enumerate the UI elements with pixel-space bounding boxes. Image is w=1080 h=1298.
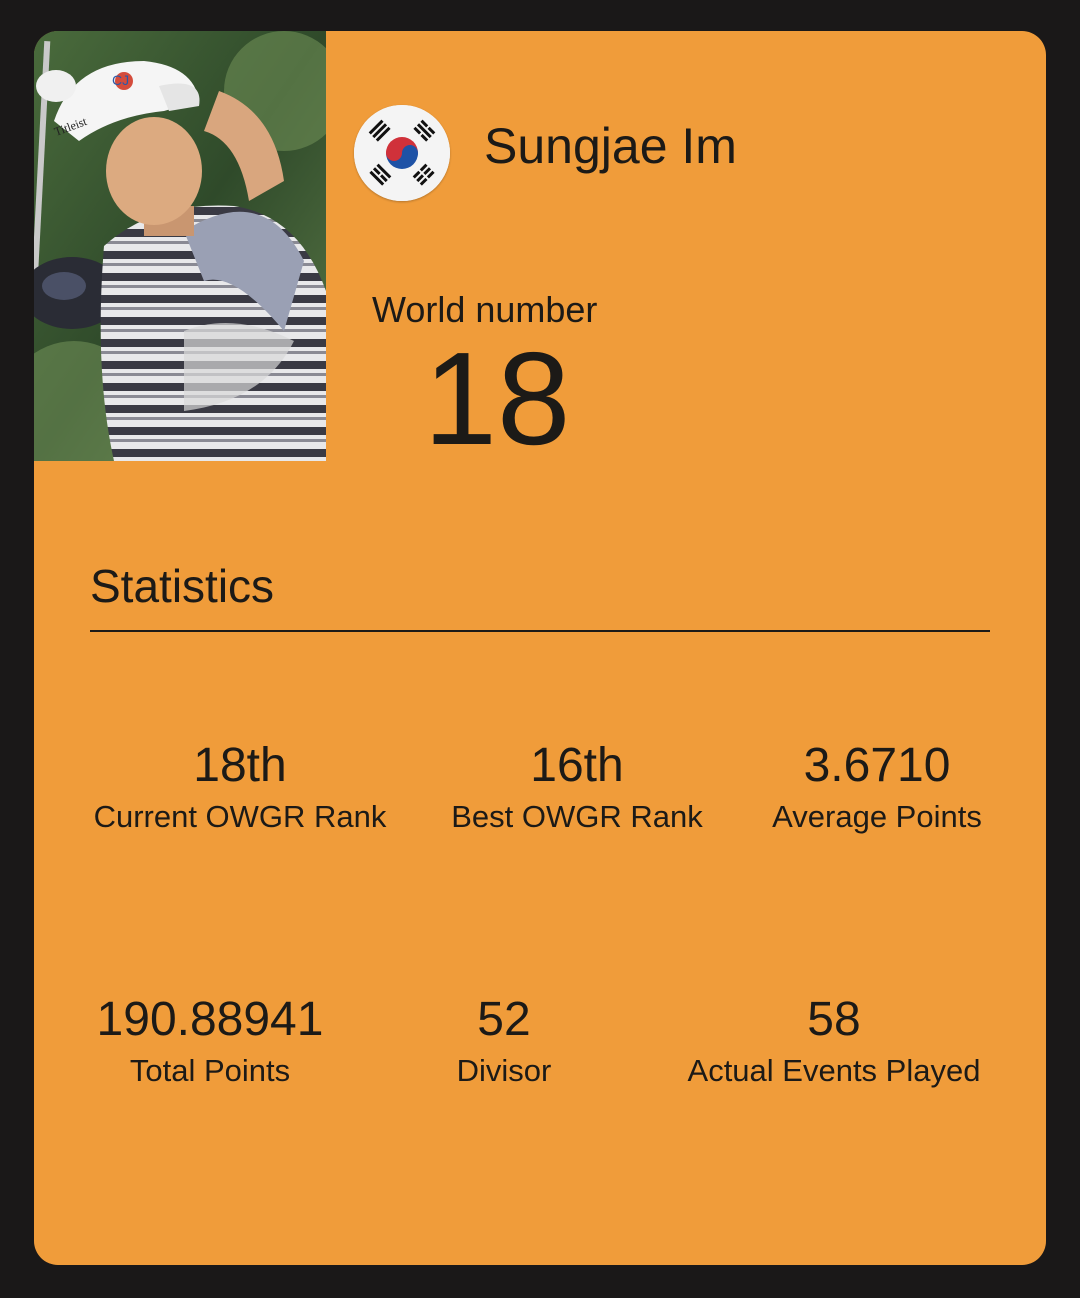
stat-value: 18th bbox=[193, 739, 287, 792]
stat-total-points: 190.88941 Total Points bbox=[90, 991, 330, 1091]
player-card: CJ Titleist Sungjae Im World number 18 S… bbox=[34, 31, 1046, 1265]
statistics-title: Statistics bbox=[90, 560, 275, 612]
stat-actual-events-played: 58 Actual Events Played bbox=[674, 991, 994, 1091]
south-korea-flag-icon bbox=[354, 105, 450, 201]
stat-value: 16th bbox=[530, 739, 624, 792]
stat-label: Best OWGR Rank bbox=[451, 799, 703, 834]
stat-value: 190.88941 bbox=[96, 993, 324, 1046]
stat-value: 3.6710 bbox=[803, 739, 951, 792]
stat-value: 58 bbox=[807, 993, 861, 1046]
stat-label: Divisor bbox=[456, 1053, 552, 1088]
stat-label: Average Points bbox=[772, 799, 982, 834]
svg-text:CJ: CJ bbox=[112, 72, 129, 88]
stat-label: Total Points bbox=[129, 1053, 291, 1088]
stat-value: 52 bbox=[477, 993, 531, 1046]
player-photo: CJ Titleist bbox=[34, 31, 326, 461]
stat-label: Actual Events Played bbox=[687, 1053, 981, 1088]
statistics-divider bbox=[90, 630, 990, 632]
stat-best-owgr-rank: 16th Best OWGR Rank bbox=[444, 737, 710, 837]
stat-divisor: 52 Divisor bbox=[434, 991, 574, 1091]
stat-current-owgr-rank: 18th Current OWGR Rank bbox=[90, 737, 390, 837]
world-number-value: 18 bbox=[423, 325, 571, 472]
player-name: Sungjae Im bbox=[484, 118, 737, 174]
stat-label: Current OWGR Rank bbox=[93, 799, 387, 834]
stat-average-points: 3.6710 Average Points bbox=[754, 737, 1000, 837]
